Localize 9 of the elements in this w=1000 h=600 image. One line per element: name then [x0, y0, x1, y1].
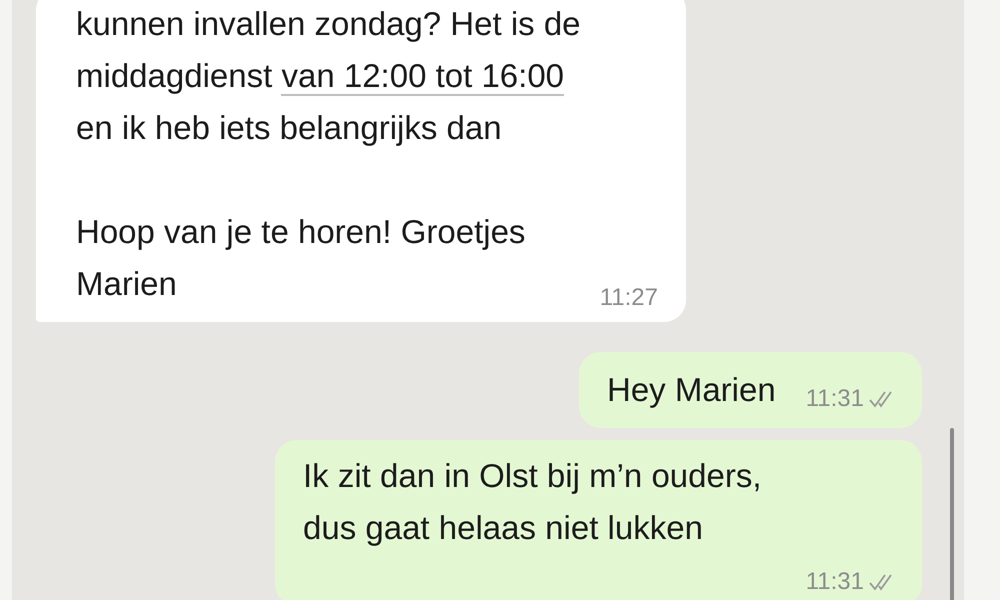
message-text: Ik zit dan in Olst bij m’n ouders, dus gaat helaas niet lukken	[303, 456, 762, 548]
message-text: kunnen invallen zondag? Het is de middagdienst van 12:00 tot 16:00 en ik heb iets belangrijks dan	[76, 4, 581, 148]
message-time: 11:31	[806, 568, 864, 596]
date-link[interactable]: van 12:00 tot 16:00	[281, 57, 564, 96]
message-time: 11:31	[806, 385, 864, 413]
scrollbar[interactable]	[950, 428, 954, 600]
message-text: Hoop van je te horen! Groetjes Marien	[76, 212, 526, 304]
message-time: 11:27	[600, 284, 658, 312]
message-text: Hey Marien	[606, 370, 776, 410]
